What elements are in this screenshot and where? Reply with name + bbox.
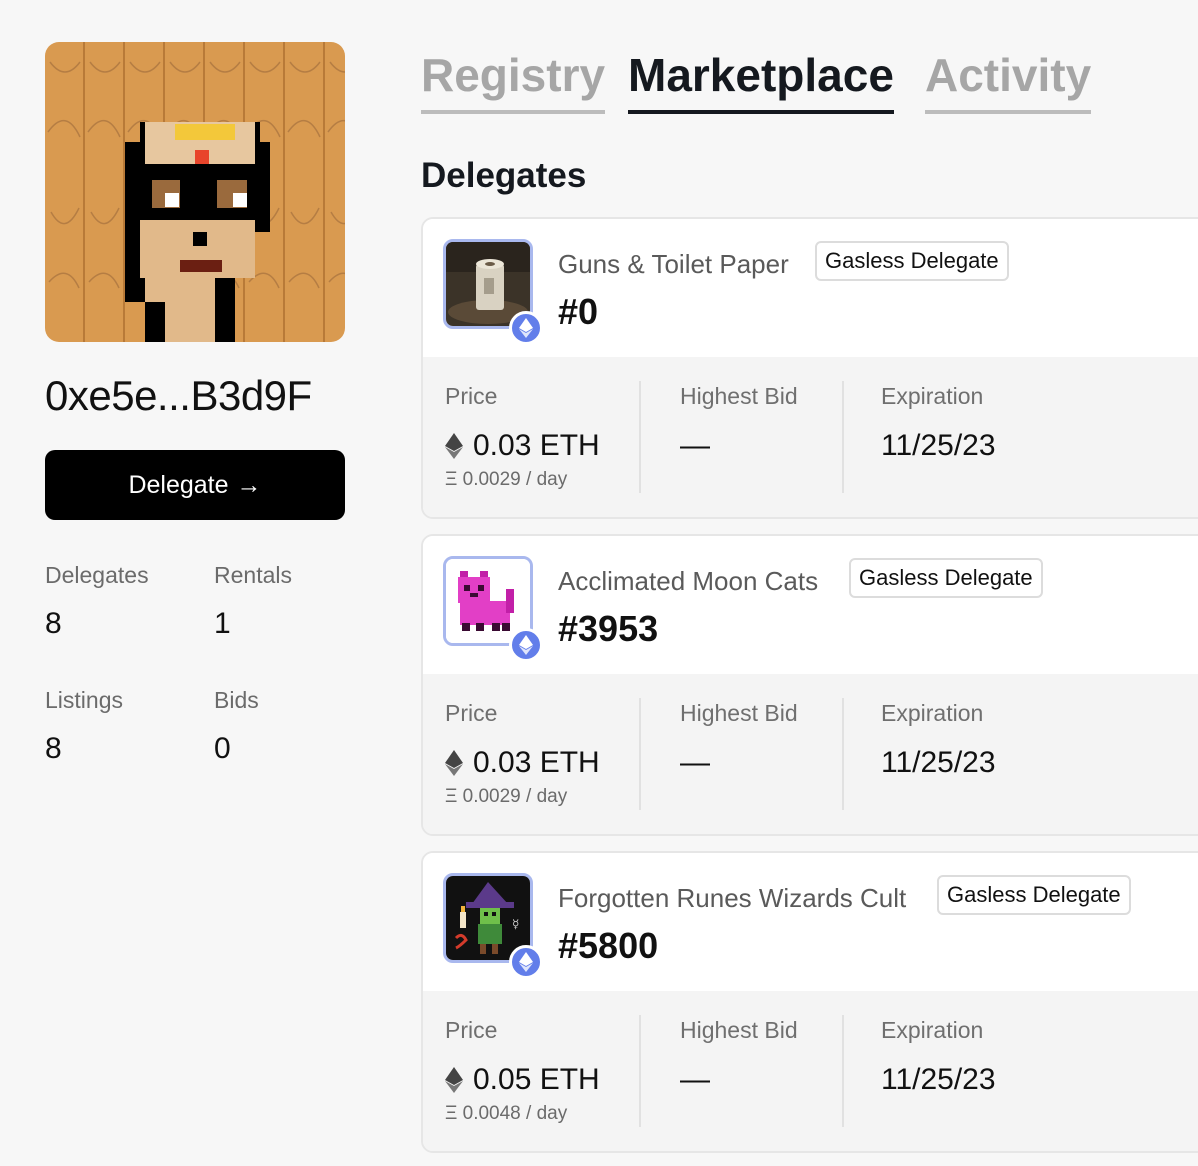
expiration-label: Expiration bbox=[881, 1017, 984, 1043]
column-divider bbox=[842, 1015, 844, 1127]
stat-value: 1 bbox=[214, 607, 231, 640]
price-amount: 0.05 ETH bbox=[473, 1063, 600, 1096]
column-divider bbox=[639, 381, 641, 493]
price-per-day: Ξ 0.0029 / day bbox=[445, 469, 568, 490]
price-amount: 0.03 ETH bbox=[473, 746, 600, 779]
price-label: Price bbox=[445, 1017, 498, 1043]
highest-bid-value: — bbox=[680, 746, 710, 779]
stat-listings: Listings 8 bbox=[45, 687, 123, 766]
highest-bid-value: — bbox=[680, 1063, 710, 1096]
stat-label: Bids bbox=[214, 687, 259, 713]
highest-bid-label: Highest Bid bbox=[680, 383, 798, 409]
price-value: 0.03 ETH bbox=[445, 429, 600, 463]
ethereum-icon bbox=[445, 750, 463, 776]
wallet-address: 0xe5e...B3d9F bbox=[45, 372, 312, 419]
expiration-label: Expiration bbox=[881, 383, 984, 409]
column-divider bbox=[842, 698, 844, 810]
stat-delegates: Delegates 8 bbox=[45, 562, 149, 641]
expiration-value: 11/25/23 bbox=[881, 1063, 996, 1096]
section-title: Delegates bbox=[421, 156, 587, 195]
gasless-delegate-badge: Gasless Delegate bbox=[849, 558, 1043, 598]
expiration-value: 11/25/23 bbox=[881, 429, 996, 462]
price-value: 0.05 ETH bbox=[445, 1063, 600, 1097]
price-amount: 0.03 ETH bbox=[473, 429, 600, 462]
stat-value: 0 bbox=[214, 732, 231, 765]
price-per-day: Ξ 0.0048 / day bbox=[445, 1103, 568, 1124]
delegate-card[interactable]: Acclimated Moon Cats Gasless Delegate #3… bbox=[421, 534, 1198, 836]
arrow-right-icon: → bbox=[236, 470, 262, 499]
punk-avatar-icon bbox=[45, 42, 345, 342]
stat-label: Listings bbox=[45, 687, 123, 713]
ethereum-icon bbox=[445, 1067, 463, 1093]
column-divider bbox=[842, 381, 844, 493]
profile-avatar bbox=[45, 42, 345, 342]
highest-bid-value: — bbox=[680, 429, 710, 462]
highest-bid-label: Highest Bid bbox=[680, 700, 798, 726]
column-divider bbox=[639, 1015, 641, 1127]
collection-name[interactable]: Forgotten Runes Wizards Cult bbox=[558, 883, 906, 914]
delegate-card[interactable]: Guns & Toilet Paper Gasless Delegate #0 … bbox=[421, 217, 1198, 519]
stat-value: 8 bbox=[45, 607, 62, 640]
delegate-button[interactable]: Delegate → bbox=[45, 450, 345, 520]
price-label: Price bbox=[445, 700, 498, 726]
ethereum-icon bbox=[509, 311, 543, 345]
collection-name[interactable]: Guns & Toilet Paper bbox=[558, 249, 789, 280]
delegate-button-label: Delegate bbox=[128, 470, 229, 499]
delegate-card[interactable]: ☿ Forgotten Runes Wizards Cult Gasless D… bbox=[421, 851, 1198, 1153]
stat-rentals: Rentals 1 bbox=[214, 562, 292, 641]
tab-registry[interactable]: Registry bbox=[421, 48, 606, 114]
token-id: #3953 bbox=[558, 608, 659, 649]
stat-bids: Bids 0 bbox=[214, 687, 259, 766]
highest-bid-label: Highest Bid bbox=[680, 1017, 798, 1043]
tab-activity[interactable]: Activity bbox=[925, 48, 1092, 114]
ethereum-icon bbox=[509, 945, 543, 979]
stat-label: Rentals bbox=[214, 562, 292, 588]
price-label: Price bbox=[445, 383, 498, 409]
svg-text:☿: ☿ bbox=[512, 917, 519, 931]
gasless-delegate-badge: Gasless Delegate bbox=[815, 241, 1009, 281]
collection-name[interactable]: Acclimated Moon Cats bbox=[558, 566, 818, 597]
tab-marketplace[interactable]: Marketplace bbox=[628, 48, 894, 114]
ethereum-icon bbox=[445, 433, 463, 459]
column-divider bbox=[639, 698, 641, 810]
expiration-label: Expiration bbox=[881, 700, 984, 726]
token-id: #5800 bbox=[558, 925, 659, 966]
stat-value: 8 bbox=[45, 732, 62, 765]
ethereum-icon bbox=[509, 628, 543, 662]
expiration-value: 11/25/23 bbox=[881, 746, 996, 779]
token-id: #0 bbox=[558, 291, 599, 332]
price-value: 0.03 ETH bbox=[445, 746, 600, 780]
stat-label: Delegates bbox=[45, 562, 149, 588]
price-per-day: Ξ 0.0029 / day bbox=[445, 786, 568, 807]
gasless-delegate-badge: Gasless Delegate bbox=[937, 875, 1131, 915]
